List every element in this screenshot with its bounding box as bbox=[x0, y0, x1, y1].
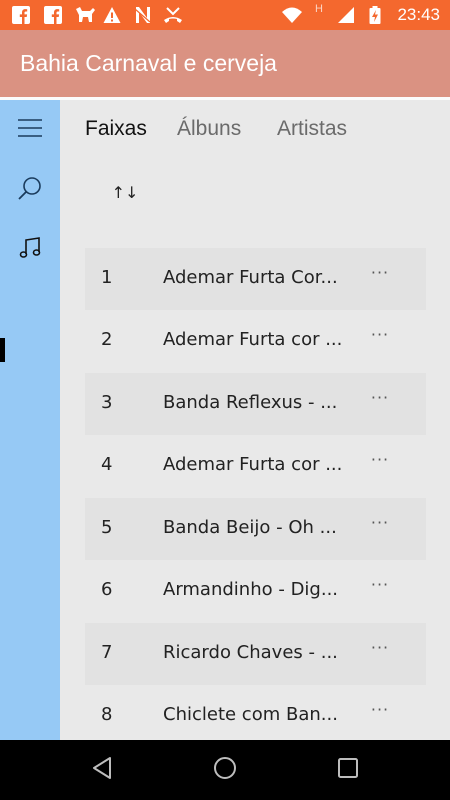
track-title: Ademar Furta cor ... bbox=[163, 329, 343, 350]
track-row[interactable]: 7 Ricardo Chaves - ... ··· bbox=[85, 623, 426, 685]
more-options-icon[interactable]: ··· bbox=[367, 450, 393, 469]
track-row[interactable]: 1 Ademar Furta Cor... ··· bbox=[85, 248, 426, 310]
navigation-bar bbox=[0, 740, 450, 800]
track-row[interactable]: 5 Banda Beijo - Oh ... ··· bbox=[85, 498, 426, 560]
more-options-icon[interactable]: ··· bbox=[367, 638, 393, 657]
track-number: 5 bbox=[101, 517, 113, 538]
track-number: 6 bbox=[101, 579, 113, 600]
more-options-icon[interactable]: ··· bbox=[367, 263, 393, 282]
track-title: Ricardo Chaves - ... bbox=[163, 642, 338, 663]
tab-albuns[interactable]: Álbuns bbox=[177, 117, 241, 141]
more-options-icon[interactable]: ··· bbox=[367, 325, 393, 344]
sort-button[interactable]: ↑↓ bbox=[111, 180, 139, 204]
recents-icon bbox=[337, 757, 359, 783]
status-bar: H 23:43 bbox=[0, 0, 450, 30]
main-content: Faixas Álbuns Artistas ↑↓ 1 Ademar Furta… bbox=[60, 100, 450, 740]
back-button[interactable] bbox=[82, 750, 122, 790]
track-number: 2 bbox=[101, 329, 113, 350]
sidebar bbox=[0, 100, 60, 740]
signal-icon bbox=[337, 6, 355, 24]
active-indicator bbox=[0, 338, 5, 362]
wifi-icon bbox=[281, 6, 303, 24]
home-icon bbox=[213, 756, 237, 784]
search-button[interactable] bbox=[0, 160, 60, 220]
track-number: 7 bbox=[101, 642, 113, 663]
warning-icon bbox=[103, 6, 121, 24]
home-button[interactable] bbox=[205, 750, 245, 790]
more-options-icon[interactable]: ··· bbox=[367, 388, 393, 407]
status-time: 23:43 bbox=[397, 5, 440, 24]
track-row[interactable]: 6 Armandinho - Dig... ··· bbox=[85, 560, 426, 622]
facebook-icon bbox=[12, 6, 30, 24]
facebook-icon bbox=[44, 6, 62, 24]
track-title: Banda Beijo - Oh ... bbox=[163, 517, 337, 538]
sort-arrows-icon: ↑↓ bbox=[111, 182, 139, 202]
track-row[interactable]: 3 Banda Reflexus - ... ··· bbox=[85, 373, 426, 435]
track-title: Chiclete com Ban... bbox=[163, 704, 338, 725]
back-icon bbox=[91, 756, 113, 784]
tab-artistas[interactable]: Artistas bbox=[277, 117, 347, 141]
track-title: Banda Reflexus - ... bbox=[163, 392, 338, 413]
missed-call-icon bbox=[163, 6, 183, 24]
tab-faixas[interactable]: Faixas bbox=[85, 117, 147, 141]
battery-charging-icon bbox=[369, 6, 381, 24]
app-title: Bahia Carnaval e cerveja bbox=[20, 50, 277, 76]
track-title: Ademar Furta cor ... bbox=[163, 454, 343, 475]
track-row[interactable]: 2 Ademar Furta cor ... ··· bbox=[85, 310, 426, 372]
app-bar: Bahia Carnaval e cerveja bbox=[0, 30, 450, 97]
track-title: Armandinho - Dig... bbox=[163, 579, 339, 600]
track-number: 8 bbox=[101, 704, 113, 725]
track-number: 1 bbox=[101, 267, 113, 288]
music-note-icon bbox=[18, 236, 42, 264]
recents-button[interactable] bbox=[328, 750, 368, 790]
pet-notification-icon bbox=[74, 6, 96, 24]
search-icon bbox=[17, 175, 43, 205]
track-row[interactable]: 8 Chiclete com Ban... ··· bbox=[85, 685, 426, 740]
h-network-icon: H bbox=[315, 3, 323, 15]
more-options-icon[interactable]: ··· bbox=[367, 575, 393, 594]
more-options-icon[interactable]: ··· bbox=[367, 513, 393, 532]
track-title: Ademar Furta Cor... bbox=[163, 267, 338, 288]
track-row[interactable]: 4 Ademar Furta cor ... ··· bbox=[85, 435, 426, 497]
track-number: 3 bbox=[101, 392, 113, 413]
n-app-icon bbox=[134, 6, 152, 24]
more-options-icon[interactable]: ··· bbox=[367, 700, 393, 719]
track-number: 4 bbox=[101, 454, 113, 475]
menu-icon bbox=[17, 118, 43, 142]
music-button[interactable] bbox=[0, 220, 60, 280]
menu-button[interactable] bbox=[0, 100, 60, 160]
